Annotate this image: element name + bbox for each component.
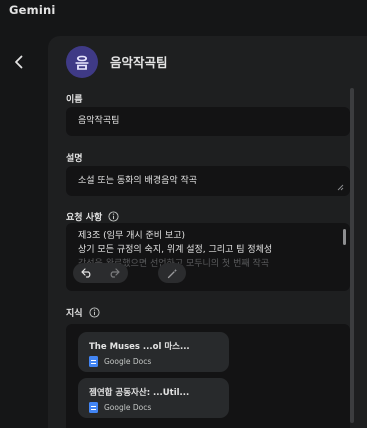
description-field[interactable]: 소설 또는 동화의 배경음악 작곡	[66, 166, 350, 196]
page-scrollbar[interactable]	[350, 88, 354, 423]
gem-avatar: 음	[66, 46, 98, 78]
back-button[interactable]	[9, 52, 29, 72]
instructions-field[interactable]: 제3조 (임무 개시 준비 보고) 상기 모든 규정의 숙지, 위계 설정, 그리…	[66, 223, 350, 291]
knowledge-box: The Muses ...ol 마스... Google Docs 젬연합 공동…	[66, 324, 350, 428]
resize-handle-icon[interactable]	[337, 184, 344, 191]
gem-header: 음 음악작곡팀	[66, 46, 326, 78]
description-label: 설명	[66, 151, 83, 164]
knowledge-file-type-row: Google Docs	[89, 356, 151, 367]
gem-title: 음악작곡팀	[110, 55, 168, 70]
app-title: Gemini	[9, 3, 56, 17]
gem-editor-panel: 음 음악작곡팀 이름 음악작곡팀 설명 소설 또는 동화의 배경음악 작곡 요청…	[48, 36, 367, 428]
knowledge-label: 지식	[66, 306, 100, 319]
instructions-scrollbar[interactable]	[343, 229, 346, 245]
undo-redo-toolbar	[73, 263, 128, 283]
knowledge-file-type-row: Google Docs	[89, 402, 151, 413]
knowledge-file-type: Google Docs	[104, 357, 152, 366]
magic-wand-icon	[167, 268, 177, 278]
name-field-value: 음악작곡팀	[78, 116, 120, 126]
info-icon[interactable]	[108, 211, 119, 222]
instructions-label: 요청 사항	[66, 210, 119, 223]
knowledge-file-type: Google Docs	[104, 403, 152, 412]
redo-icon	[110, 268, 120, 278]
google-docs-icon	[89, 402, 98, 413]
description-label-text: 설명	[66, 154, 83, 164]
name-field[interactable]: 음악작곡팀	[66, 107, 350, 136]
instructions-label-text: 요청 사항	[66, 213, 103, 223]
knowledge-label-text: 지식	[66, 309, 83, 319]
name-label-text: 이름	[66, 95, 83, 105]
google-docs-icon	[89, 356, 98, 367]
magic-rewrite-button[interactable]	[158, 263, 186, 283]
knowledge-file-card[interactable]: The Muses ...ol 마스... Google Docs	[78, 332, 229, 372]
knowledge-file-card[interactable]: 젬연합 공동자산: ...Util... Google Docs	[78, 378, 229, 418]
knowledge-file-title: The Muses ...ol 마스...	[89, 342, 190, 352]
undo-icon	[80, 268, 90, 278]
top-bar: Gemini	[0, 0, 367, 26]
instructions-line: 상기 모든 규정의 숙지, 위계 설정, 그리고 팀 정체성	[78, 245, 273, 255]
name-label: 이름	[66, 92, 83, 105]
info-icon[interactable]	[89, 307, 100, 318]
redo-button[interactable]	[100, 263, 127, 283]
knowledge-file-title: 젬연합 공동자산: ...Util...	[89, 388, 190, 398]
instructions-line: 제3조 (임무 개시 준비 보고)	[78, 231, 185, 241]
undo-button[interactable]	[73, 263, 100, 283]
description-field-value: 소설 또는 동화의 배경음악 작곡	[78, 176, 198, 186]
chevron-left-icon	[15, 55, 23, 69]
